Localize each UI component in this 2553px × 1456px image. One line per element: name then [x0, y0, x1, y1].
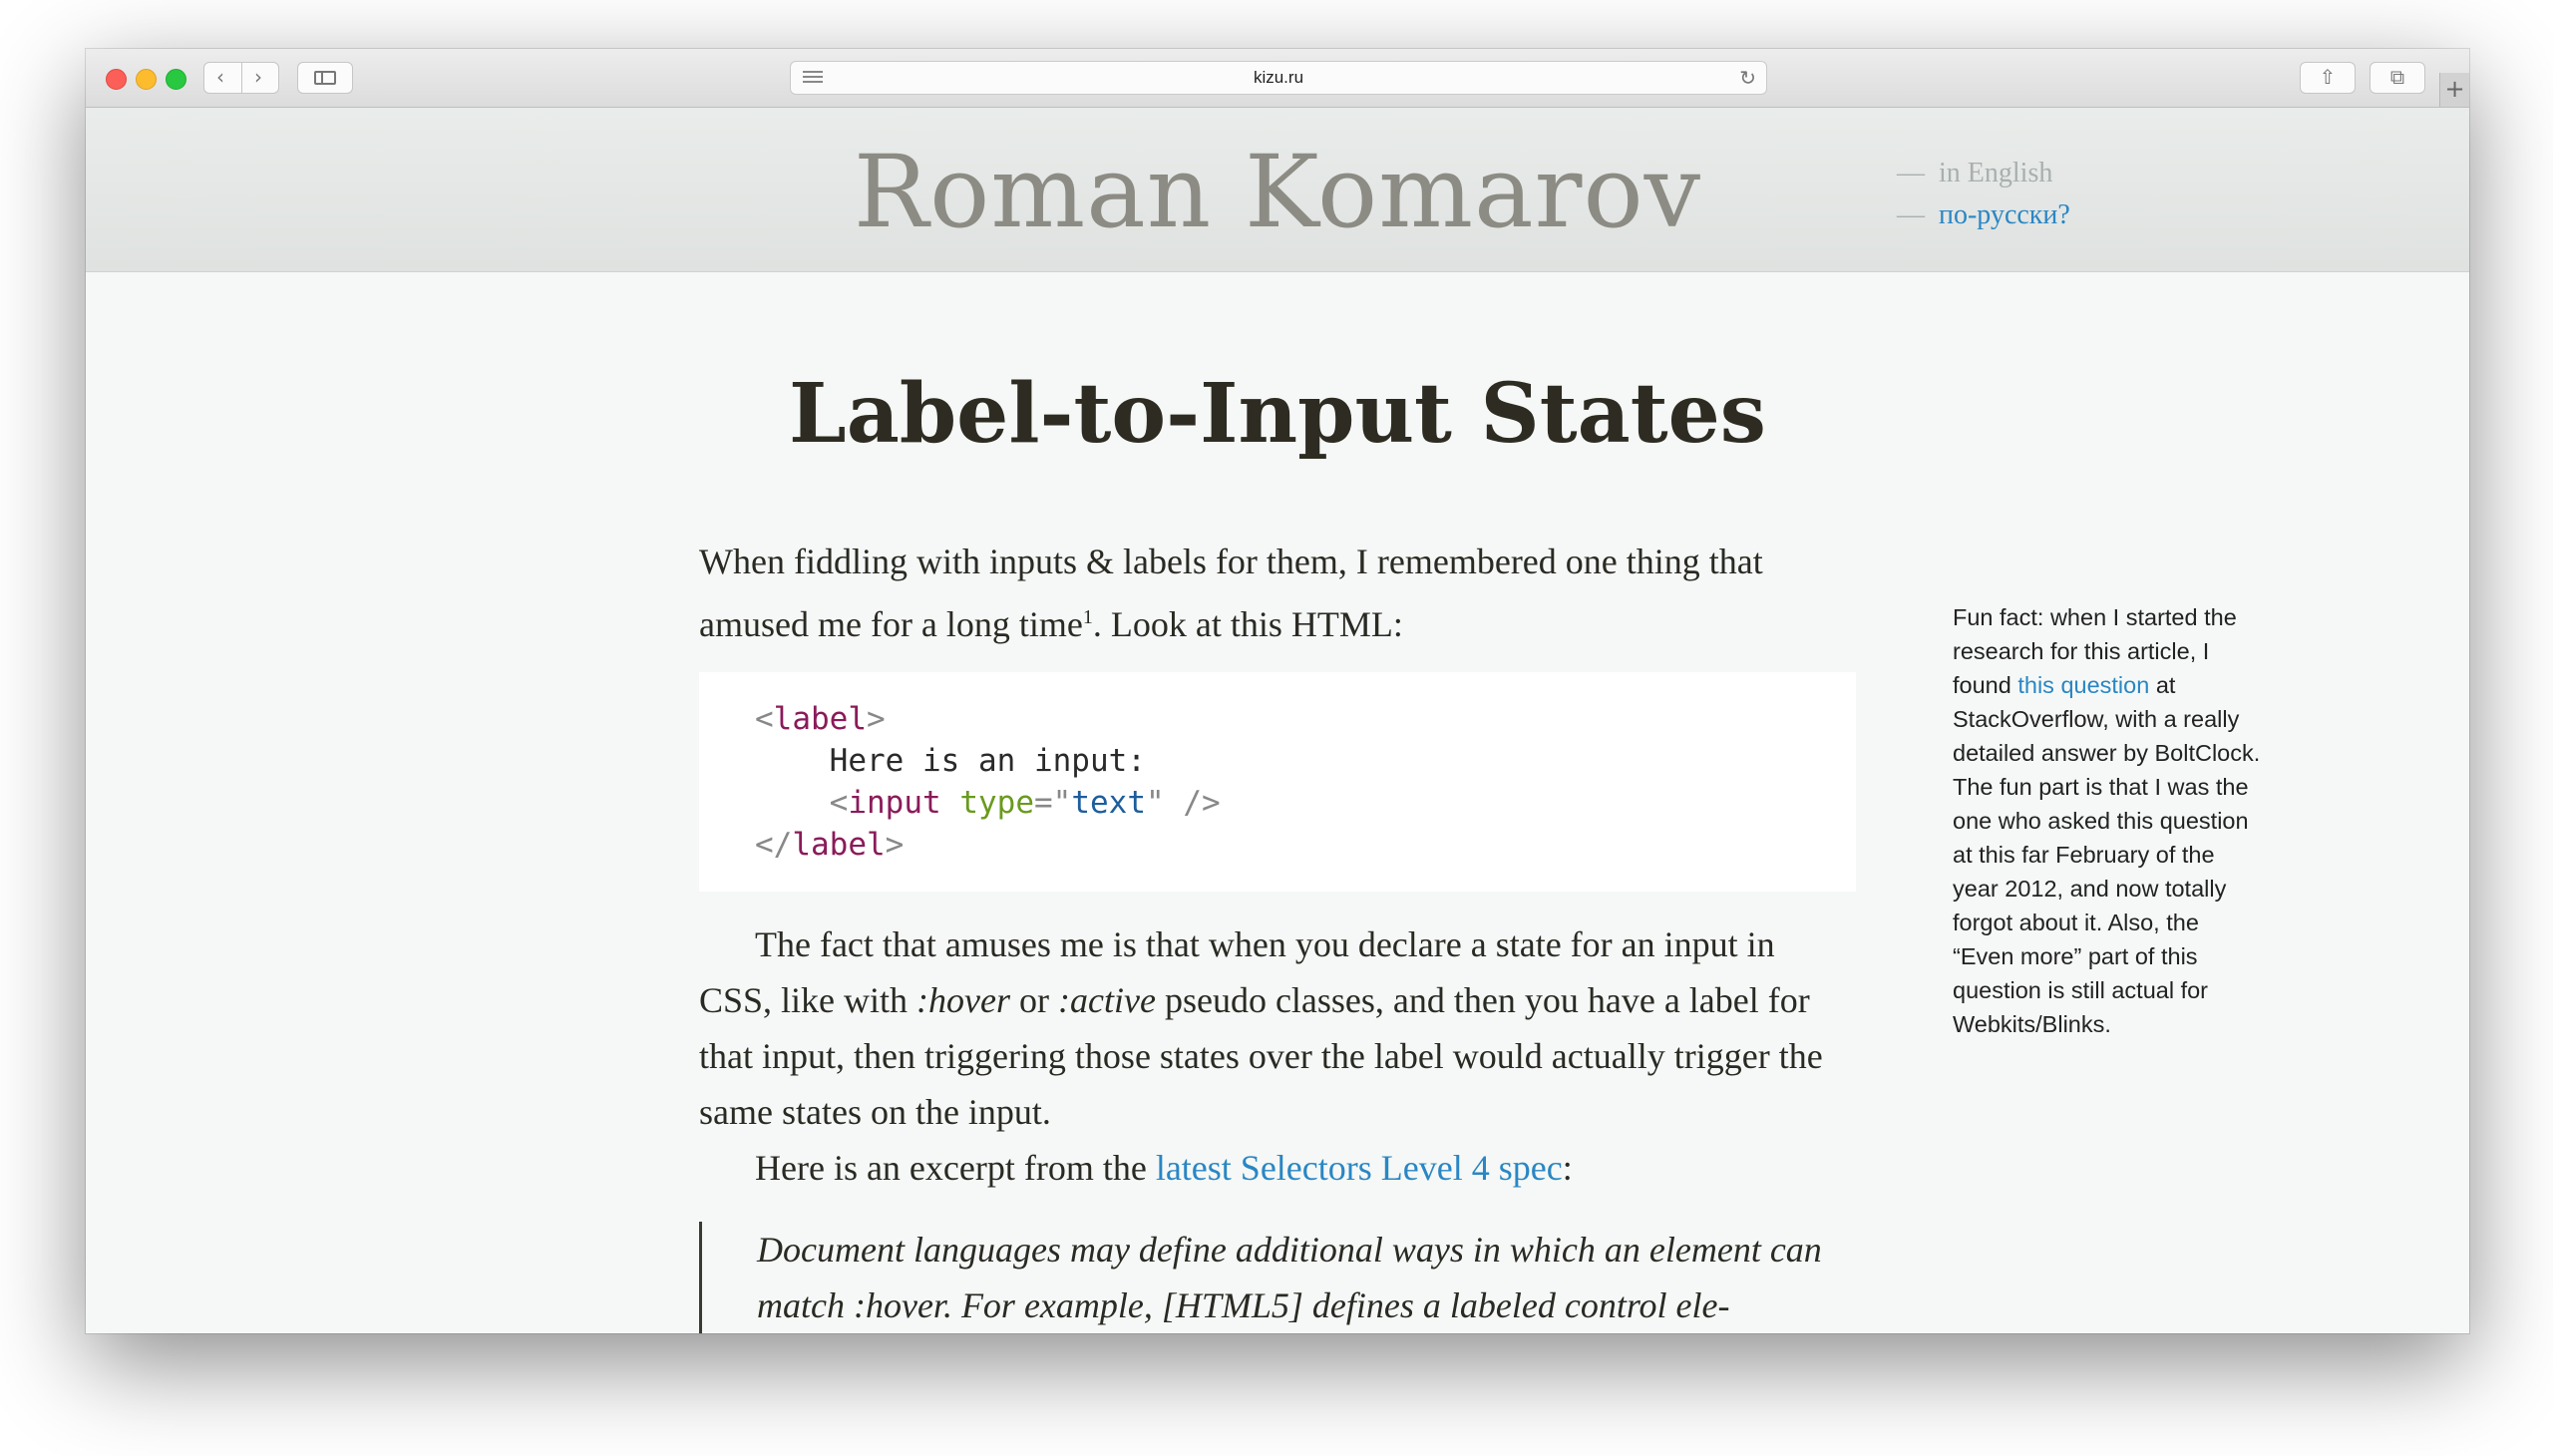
selectors-spec-link[interactable]: latest Selectors Level 4 spec [1156, 1148, 1563, 1188]
sidebar-icon [314, 71, 336, 85]
nav-button-group: ‹ › [203, 62, 279, 94]
lang-english-label: in English [1939, 158, 2053, 188]
paragraph-excerpt: Here is an excerpt from the latest Selec… [755, 1148, 1573, 1188]
reload-icon[interactable]: ↻ [1739, 66, 1756, 90]
hover-term: :hover [916, 980, 1011, 1020]
code-string: text [1071, 785, 1146, 821]
code-attr: type [959, 785, 1034, 821]
browser-window: ‹ › kizu.ru ↻ ⇧ ⧉ + Roman Komarov — in En… [86, 49, 2469, 1333]
code-tag-label-close: label [792, 827, 886, 863]
code-tag-label: label [773, 701, 867, 737]
lang-english: — in English [1897, 158, 2052, 189]
footnote-ref[interactable]: 1 [1083, 606, 1093, 628]
site-title[interactable]: Roman Komarov [86, 134, 2469, 250]
paragraph-states: The fact that amuses me is that when you… [699, 924, 1823, 1132]
site-header: Roman Komarov — in English — по-русски? [86, 108, 2469, 272]
paragraph-intro: When fiddling with inputs & labels for t… [699, 534, 1856, 652]
stackoverflow-question-link[interactable]: this question [2017, 672, 2149, 698]
lang-russian[interactable]: — по-русски? [1897, 199, 2070, 231]
intro-tail: . Look at this HTML: [1092, 604, 1403, 644]
lang-russian-link[interactable]: по-русски? [1939, 199, 2070, 230]
show-tabs-button[interactable]: ⧉ [2370, 62, 2425, 94]
url-text[interactable]: kizu.ru [791, 68, 1766, 88]
nav-divider [241, 63, 242, 93]
new-tab-button[interactable]: + [2439, 73, 2469, 107]
zoom-window-button[interactable] [166, 69, 186, 90]
close-window-button[interactable] [106, 69, 127, 90]
minimize-window-button[interactable] [136, 69, 157, 90]
back-icon[interactable]: ‹ [216, 65, 224, 89]
tabs-icon: ⧉ [2389, 65, 2405, 89]
code-block: <label> Here is an input: <input type="t… [699, 672, 1856, 892]
spec-blockquote: Document languages may define additional… [699, 1222, 1856, 1333]
share-button[interactable]: ⇧ [2300, 62, 2356, 94]
forward-icon[interactable]: › [254, 65, 262, 89]
share-icon: ⇧ [2319, 65, 2337, 89]
active-term: :active [1058, 980, 1156, 1020]
code-text: Here is an input: [829, 743, 1146, 779]
browser-toolbar: ‹ › kizu.ru ↻ ⇧ ⧉ + [86, 49, 2469, 108]
sidenote: Fun fact: when I started the research fo… [1953, 604, 2261, 1037]
sidebar-toggle-button[interactable] [297, 62, 353, 94]
lang-dash: — [1897, 199, 1925, 230]
address-bar[interactable]: kizu.ru ↻ [790, 61, 1767, 95]
code-tag-input: input [848, 785, 941, 821]
article-title: Label-to-Input States [789, 366, 1766, 462]
lang-dash: — [1897, 158, 1925, 188]
